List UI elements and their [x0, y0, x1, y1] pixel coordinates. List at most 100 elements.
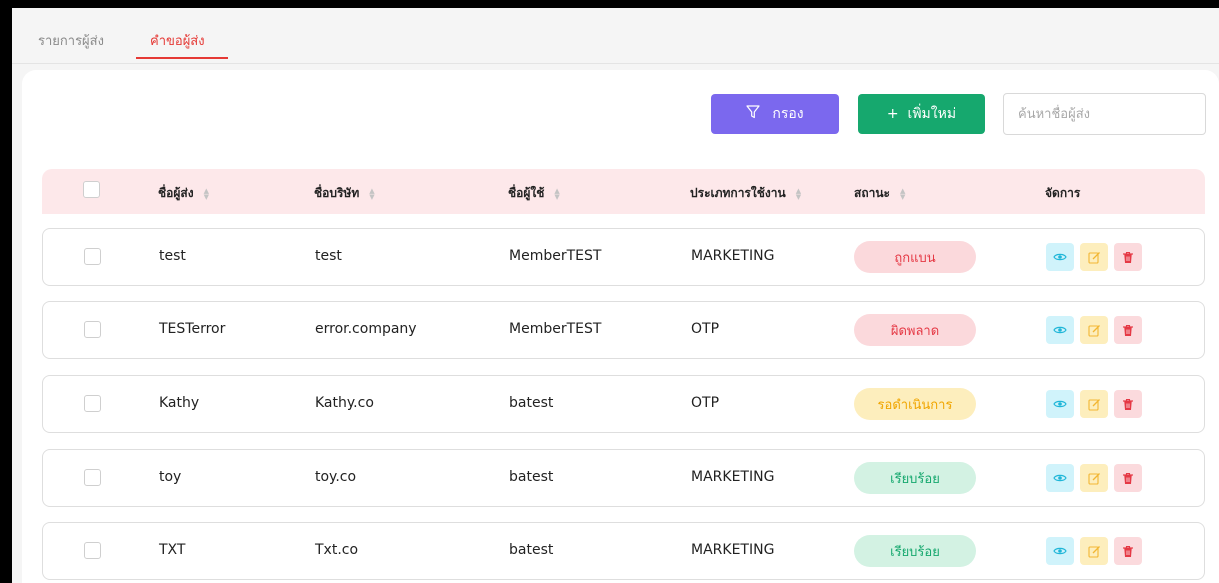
cell-company: Kathy.co — [315, 395, 374, 411]
cell-user: MemberTEST — [509, 321, 602, 337]
edit-icon — [1087, 545, 1101, 558]
view-button[interactable] — [1046, 464, 1074, 492]
row-actions — [1046, 390, 1142, 418]
active-tab-indicator — [136, 57, 228, 59]
cell-sender: test — [159, 248, 186, 264]
delete-button[interactable] — [1114, 537, 1142, 565]
edit-button[interactable] — [1080, 316, 1108, 344]
table-row: Kathy Kathy.co batest OTP รอดำเนินการ — [42, 375, 1205, 433]
view-button[interactable] — [1046, 537, 1074, 565]
cell-usage-type: MARKETING — [691, 469, 775, 485]
row-actions — [1046, 316, 1142, 344]
filter-label: กรอง — [772, 106, 804, 122]
status-badge: ถูกแบน — [854, 241, 976, 273]
edit-button[interactable] — [1080, 390, 1108, 418]
edit-button[interactable] — [1080, 537, 1108, 565]
row-checkbox[interactable] — [84, 469, 101, 486]
eye-icon — [1053, 325, 1067, 335]
eye-icon — [1053, 252, 1067, 262]
status-badge: เรียบร้อย — [854, 462, 976, 494]
table-row: test test MemberTEST MARKETING ถูกแบน — [42, 228, 1205, 286]
header-user-label: ชื่อผู้ใช้ — [508, 186, 545, 200]
header-manage-label: จัดการ — [1045, 186, 1081, 200]
delete-button[interactable] — [1114, 464, 1142, 492]
eye-icon — [1053, 546, 1067, 556]
edit-button[interactable] — [1080, 464, 1108, 492]
delete-button[interactable] — [1114, 390, 1142, 418]
view-button[interactable] — [1046, 390, 1074, 418]
cell-usage-type: OTP — [691, 321, 720, 337]
select-all-checkbox[interactable] — [83, 181, 100, 198]
cell-user: batest — [509, 542, 554, 558]
eye-icon — [1053, 473, 1067, 483]
cell-usage-type: OTP — [691, 395, 720, 411]
cell-user: batest — [509, 469, 554, 485]
delete-button[interactable] — [1114, 316, 1142, 344]
table-row: TESTerror error.company MemberTEST OTP ผิดพล… — [42, 301, 1205, 359]
cell-company: error.company — [315, 321, 417, 337]
tab-sender-requests[interactable]: คำขอผู้ส่ง — [150, 30, 205, 51]
row-actions — [1046, 537, 1142, 565]
status-badge: ผิดพลาด — [854, 314, 976, 346]
table-row: TXT Txt.co batest MARKETING เรียบร้อย — [42, 522, 1205, 580]
cell-user: MemberTEST — [509, 248, 602, 264]
status-badge: รอดำเนินการ — [854, 388, 976, 420]
edit-icon — [1087, 324, 1101, 337]
cell-sender: Kathy — [159, 395, 200, 411]
edit-icon — [1087, 472, 1101, 485]
cell-company: toy.co — [315, 469, 357, 485]
row-checkbox[interactable] — [84, 248, 101, 265]
trash-icon — [1122, 251, 1134, 264]
header-sender-label: ชื่อผู้ส่ง — [158, 186, 194, 200]
header-usage-type[interactable]: ประเภทการใช้งาน ▲ ▼ — [690, 184, 801, 203]
cell-user: batest — [509, 395, 554, 411]
view-button[interactable] — [1046, 243, 1074, 271]
trash-icon — [1122, 398, 1134, 411]
sort-icon[interactable]: ▲ ▼ — [369, 187, 374, 200]
add-new-label: + เพิ่มใหม่ — [886, 106, 957, 122]
header-company[interactable]: ชื่อบริษัท ▲ ▼ — [314, 184, 375, 203]
cell-sender: toy — [159, 469, 182, 485]
trash-icon — [1122, 324, 1134, 337]
header-manage: จัดการ — [1045, 184, 1080, 203]
search-input[interactable] — [1003, 93, 1206, 135]
cell-usage-type: MARKETING — [691, 248, 775, 264]
trash-icon — [1122, 545, 1134, 558]
cell-sender: TXT — [159, 542, 186, 558]
delete-button[interactable] — [1114, 243, 1142, 271]
header-usage-type-label: ประเภทการใช้งาน — [690, 186, 786, 200]
status-badge: เรียบร้อย — [854, 535, 976, 567]
cell-company: test — [315, 248, 342, 264]
trash-icon — [1122, 472, 1134, 485]
row-actions — [1046, 464, 1142, 492]
tab-sender-list[interactable]: รายการผู้ส่ง — [38, 30, 104, 51]
sort-icon[interactable]: ▲ ▼ — [554, 187, 559, 200]
app-frame: รายการผู้ส่ง คำขอผู้ส่ง กรอง + เพิ่มใหม่… — [12, 8, 1219, 583]
sort-icon[interactable]: ▲ ▼ — [204, 187, 209, 200]
cell-usage-type: MARKETING — [691, 542, 775, 558]
sort-icon[interactable]: ▲ ▼ — [796, 187, 801, 200]
view-button[interactable] — [1046, 316, 1074, 344]
table-row: toy toy.co batest MARKETING เรียบร้อย — [42, 449, 1205, 507]
add-new-button[interactable]: + เพิ่มใหม่ — [858, 94, 985, 134]
row-checkbox[interactable] — [84, 395, 101, 412]
eye-icon — [1053, 399, 1067, 409]
cell-company: Txt.co — [315, 542, 359, 558]
header-user[interactable]: ชื่อผู้ใช้ ▲ ▼ — [508, 184, 560, 203]
sort-icon[interactable]: ▲ ▼ — [900, 187, 905, 200]
tab-bar: รายการผู้ส่ง คำขอผู้ส่ง — [12, 8, 1219, 64]
filter-button[interactable]: กรอง — [711, 94, 839, 134]
funnel-icon — [746, 105, 760, 123]
edit-icon — [1087, 251, 1101, 264]
header-status[interactable]: สถานะ ▲ ▼ — [854, 184, 905, 203]
row-checkbox[interactable] — [84, 542, 101, 559]
row-checkbox[interactable] — [84, 321, 101, 338]
table-header: ชื่อผู้ส่ง ▲ ▼ ชื่อบริษัท ▲ ▼ ชื่อผู้ใช้ ▲… — [42, 169, 1205, 214]
row-actions — [1046, 243, 1142, 271]
edit-button[interactable] — [1080, 243, 1108, 271]
header-sender[interactable]: ชื่อผู้ส่ง ▲ ▼ — [158, 184, 209, 203]
edit-icon — [1087, 398, 1101, 411]
cell-sender: TESTerror — [159, 321, 226, 337]
header-company-label: ชื่อบริษัท — [314, 186, 360, 200]
header-status-label: สถานะ — [854, 186, 890, 200]
